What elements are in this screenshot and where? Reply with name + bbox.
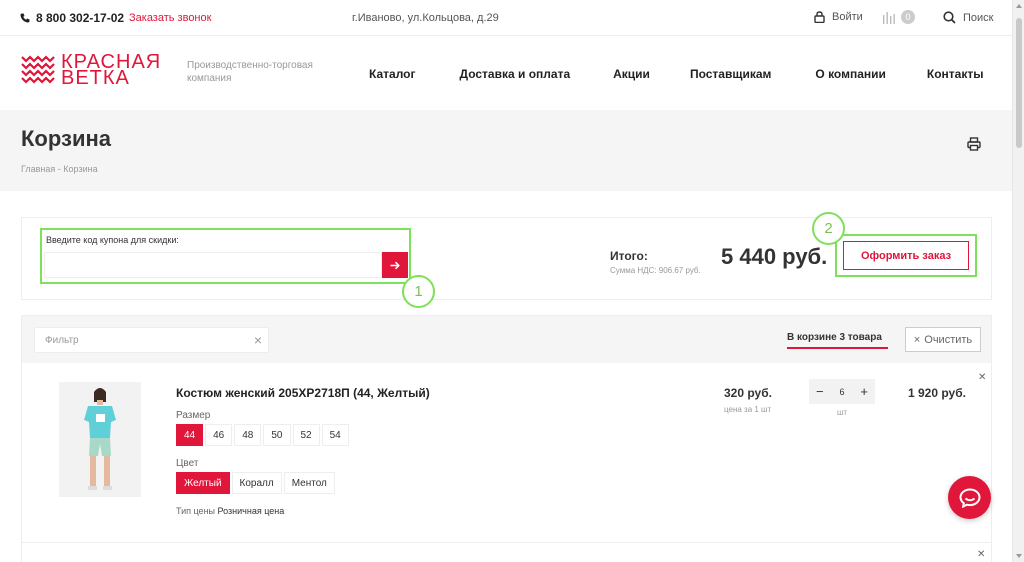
product-name[interactable]: Костюм женский 205ХР2718П (44, Желтый) <box>176 386 430 400</box>
size-option-54[interactable]: 54 <box>321 424 349 446</box>
annotation-box-checkout <box>835 234 977 277</box>
chat-button[interactable] <box>948 476 991 519</box>
cart-toolbar: Фильтр × В корзине 3 товара × Очистить <box>22 316 991 363</box>
nav-item-delivery[interactable]: Доставка и оплата <box>460 67 571 81</box>
filter-clear-icon[interactable]: × <box>254 332 262 348</box>
size-option-44[interactable]: 44 <box>176 424 204 446</box>
page-title-band: Корзина Главная - Корзина <box>0 110 1012 191</box>
filter-input[interactable]: Фильтр × <box>34 327 269 353</box>
filter-placeholder: Фильтр <box>45 335 79 346</box>
clear-cart-label: Очистить <box>924 333 973 346</box>
login-link[interactable]: Войти <box>814 11 863 23</box>
annotation-marker-1: 1 <box>402 275 435 308</box>
total-value: 5 440 руб. <box>721 244 828 269</box>
color-option-mint[interactable]: Ментол <box>283 472 335 494</box>
color-options: Желтый Коралл Ментол <box>176 472 335 494</box>
phone-number[interactable]: 8 800 302-17-02 <box>36 11 124 25</box>
print-icon[interactable] <box>967 137 981 151</box>
clear-cart-button[interactable]: × Очистить <box>905 327 981 352</box>
breadcrumb-current: Корзина <box>63 164 98 174</box>
page-scrollbar[interactable] <box>1012 0 1024 562</box>
size-options: 44 46 48 50 52 54 <box>176 424 349 446</box>
size-label: Размер <box>176 410 211 421</box>
search-icon <box>943 11 956 24</box>
compare-count-badge: 0 <box>901 10 915 24</box>
breadcrumb-separator: - <box>57 164 61 174</box>
size-option-48[interactable]: 48 <box>234 424 262 446</box>
phone-block[interactable]: 8 800 302-17-02 <box>20 11 124 25</box>
quantity-value[interactable]: 6 <box>839 387 844 397</box>
size-option-52[interactable]: 52 <box>292 424 320 446</box>
logo-ornament-icon <box>21 55 55 84</box>
unit-price: 320 руб. <box>724 386 772 400</box>
breadcrumb-home[interactable]: Главная <box>21 164 55 174</box>
chat-icon <box>958 487 981 508</box>
cart-count-tab[interactable]: В корзине 3 товара <box>787 332 882 343</box>
vat-text: Сумма НДС: 906.67 руб. <box>610 266 701 275</box>
price-type-label: Тип цены <box>176 506 216 516</box>
annotation-marker-2: 2 <box>812 212 845 245</box>
total-label: Итого: <box>610 249 648 263</box>
compare-icon <box>883 11 895 24</box>
search-link[interactable]: Поиск <box>943 11 993 24</box>
color-option-yellow[interactable]: Желтый <box>176 472 230 494</box>
close-icon: × <box>913 333 921 346</box>
cart-count-underline <box>787 347 888 349</box>
page-title: Корзина <box>21 126 111 151</box>
callback-link[interactable]: Заказать звонок <box>129 12 211 24</box>
quantity-stepper: − 6 + <box>809 379 875 404</box>
quantity-unit: шт <box>837 408 848 417</box>
logo[interactable]: КРАСНАЯ ВЕТКА <box>21 52 161 88</box>
remove-item-icon[interactable]: ✕ <box>978 372 986 383</box>
minus-icon[interactable]: − <box>816 384 824 399</box>
nav-item-contacts[interactable]: Контакты <box>927 67 984 81</box>
phone-icon <box>20 13 30 23</box>
tagline: Производственно-торговая компания <box>187 60 313 84</box>
price-type-value: Розничная цена <box>217 506 285 516</box>
nav-item-about[interactable]: О компании <box>815 67 886 81</box>
color-label: Цвет <box>176 458 199 469</box>
compare-link[interactable]: 0 <box>882 10 915 24</box>
annotation-box-coupon <box>40 228 411 284</box>
main-nav: Каталог Доставка и оплата Акции Поставщи… <box>369 67 984 81</box>
lock-icon <box>814 11 825 23</box>
size-option-50[interactable]: 50 <box>263 424 291 446</box>
size-option-46[interactable]: 46 <box>205 424 233 446</box>
scrollbar-thumb[interactable] <box>1016 18 1022 148</box>
breadcrumb: Главная - Корзина <box>21 164 98 174</box>
login-label: Войти <box>832 11 863 23</box>
item-sum: 1 920 руб. <box>908 386 966 400</box>
cart-list: Фильтр × В корзине 3 товара × Очистить К… <box>21 315 992 562</box>
color-option-coral[interactable]: Коралл <box>231 472 282 494</box>
plus-icon[interactable]: + <box>860 384 868 399</box>
scroll-down-arrow[interactable] <box>1016 554 1022 558</box>
nav-item-catalog[interactable]: Каталог <box>369 67 416 81</box>
remove-next-item-icon[interactable]: ✕ <box>977 549 985 560</box>
site-header: КРАСНАЯ ВЕТКА Производственно-торговая к… <box>0 37 1012 110</box>
cart-item: Костюм женский 205ХР2718П (44, Желтый) Р… <box>22 363 991 543</box>
logo-wordmark: КРАСНАЯ ВЕТКА <box>61 52 161 88</box>
top-bar: 8 800 302-17-02 Заказать звонок г.Иванов… <box>0 0 1012 36</box>
address-text: г.Иваново, ул.Кольцова, д.29 <box>352 12 499 24</box>
search-label: Поиск <box>963 11 994 24</box>
nav-item-promotions[interactable]: Акции <box>613 67 650 81</box>
price-type: Тип цены Розничная цена <box>176 506 284 516</box>
product-image[interactable] <box>59 382 141 497</box>
unit-price-caption: цена за 1 шт <box>724 405 772 414</box>
product-figure <box>59 382 141 497</box>
nav-item-suppliers[interactable]: Поставщикам <box>690 67 771 81</box>
scroll-up-arrow[interactable] <box>1016 4 1022 8</box>
